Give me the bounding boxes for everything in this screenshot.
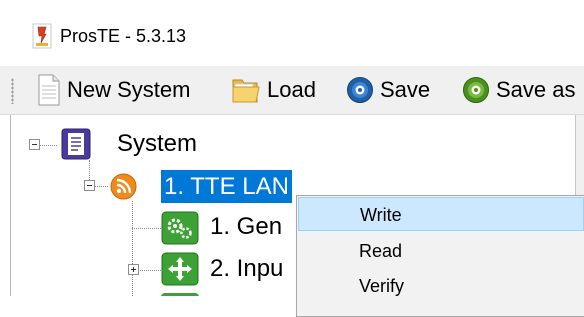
folder-icon — [232, 79, 260, 103]
window-title: ProsTE - 5.3.13 — [60, 26, 187, 46]
tree-node-inputs[interactable]: 2. Inpu — [210, 255, 283, 283]
toolbar-grip[interactable] — [11, 78, 14, 104]
menu-item-write[interactable]: Write — [298, 197, 584, 231]
load-label: Load — [267, 77, 316, 102]
menu-item-read[interactable]: Read — [298, 234, 584, 268]
document-icon — [38, 74, 60, 106]
lan-collapse-toggle[interactable] — [84, 180, 95, 191]
inputs-expand-toggle[interactable] — [128, 264, 139, 275]
title-bar: ProsTE - 5.3.13 — [0, 0, 584, 66]
gears-icon — [161, 211, 199, 245]
menu-item-read-label: Read — [359, 241, 403, 261]
tree-node-general[interactable]: 1. Gen — [210, 213, 282, 241]
system-collapse-toggle[interactable] — [29, 139, 40, 150]
rss-feed-icon — [110, 173, 137, 200]
system-document-icon — [61, 128, 91, 160]
new-system-label: New System — [67, 77, 191, 102]
tree-connector — [132, 228, 161, 229]
load-button[interactable]: Load — [231, 74, 316, 106]
save-as-disc-icon — [463, 77, 489, 103]
save-as-label: Save as — [496, 77, 576, 102]
menu-item-verify-label: Verify — [359, 276, 405, 296]
tree-node-lan[interactable]: 1. TTE LAN — [161, 170, 292, 203]
menu-item-verify[interactable]: Verify — [298, 269, 584, 303]
save-as-button[interactable]: Save as — [462, 74, 576, 106]
new-system-button[interactable]: New System — [37, 74, 190, 106]
tree-connector — [132, 201, 133, 296]
tree-node-system[interactable]: System — [117, 130, 197, 158]
menu-item-write-label: Write — [360, 205, 402, 225]
context-menu: Write Read Verify — [296, 195, 584, 317]
tree-connector — [138, 270, 161, 271]
tree-connector — [40, 145, 57, 146]
toolbar: New System Load Save Save as — [0, 66, 584, 115]
save-disc-icon — [347, 77, 373, 103]
app-icon — [32, 23, 52, 49]
move-arrows-icon — [161, 252, 199, 286]
save-button[interactable]: Save — [346, 74, 430, 106]
save-label: Save — [380, 77, 431, 102]
